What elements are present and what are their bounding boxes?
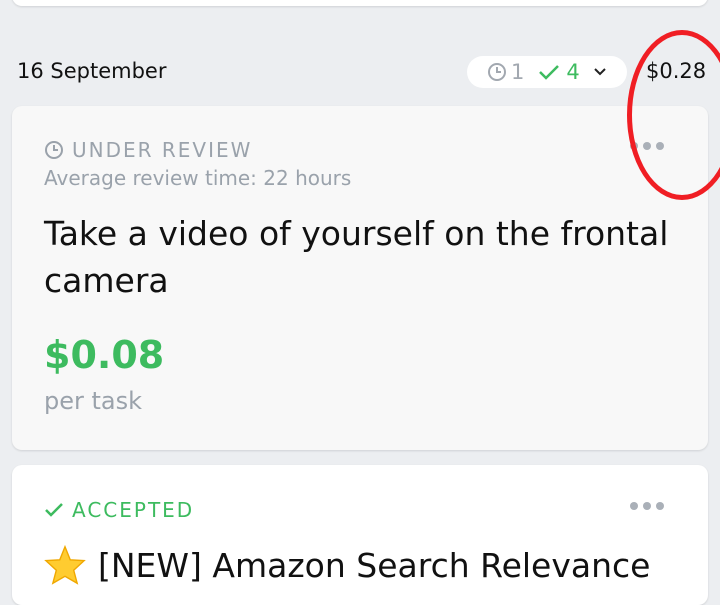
status-label: ACCEPTED	[72, 498, 195, 522]
pending-count: 1	[511, 60, 525, 84]
task-title-text: [NEW] Amazon Search Relevance	[98, 545, 651, 585]
checkmark-icon	[539, 65, 560, 80]
task-stats-toggle[interactable]: 1 4	[467, 56, 627, 88]
star-icon	[44, 545, 86, 585]
task-price: $0.08	[44, 333, 165, 377]
accepted-stat: 4	[538, 60, 580, 84]
checkmark-icon	[45, 503, 63, 517]
more-options-icon[interactable]	[630, 502, 664, 510]
date-heading: 16 September	[17, 59, 167, 83]
task-title: [NEW] Amazon Search Relevance	[44, 545, 650, 585]
chevron-down-icon[interactable]	[594, 68, 606, 76]
clock-icon	[488, 63, 506, 81]
price-unit: per task	[44, 387, 143, 415]
status-badge: UNDER REVIEW	[44, 138, 252, 162]
status-badge: ACCEPTED	[44, 498, 194, 522]
previous-task-card[interactable]	[12, 0, 708, 6]
review-time: Average review time: 22 hours	[44, 166, 352, 190]
accepted-count: 4	[566, 60, 580, 84]
status-label: UNDER REVIEW	[72, 138, 253, 162]
pending-stat: 1	[487, 60, 524, 84]
clock-icon	[45, 141, 63, 159]
task-title: Take a video of yourself on the frontal …	[44, 214, 669, 300]
